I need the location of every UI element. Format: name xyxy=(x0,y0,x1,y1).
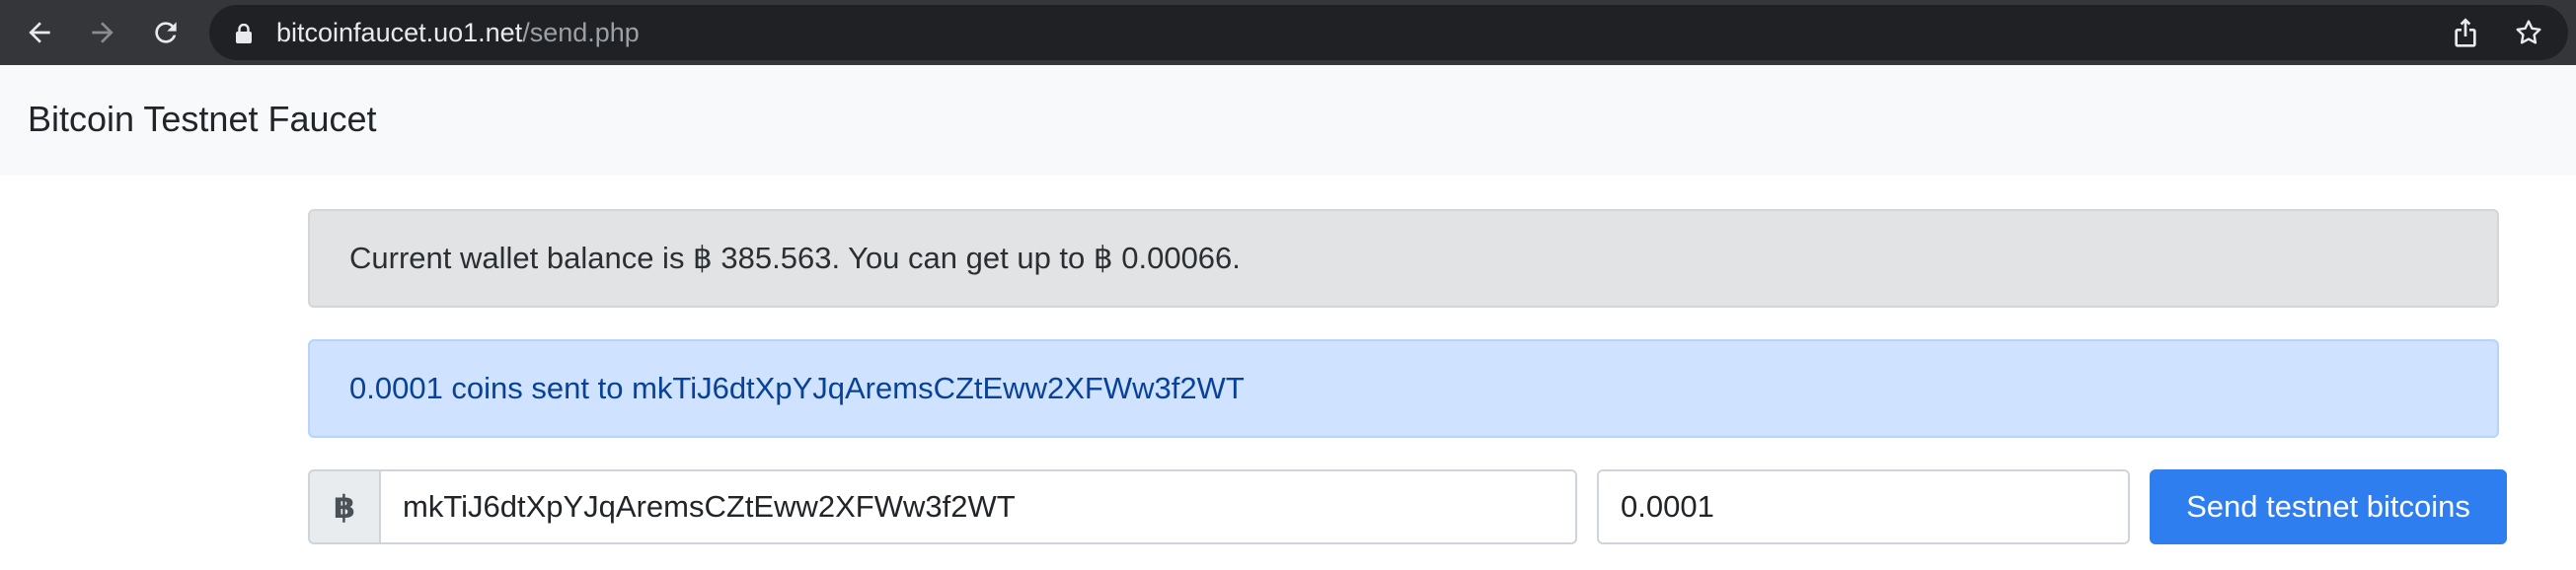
reload-icon xyxy=(155,22,177,43)
lock-icon xyxy=(236,24,252,43)
site-brand[interactable]: Bitcoin Testnet Faucet xyxy=(28,99,377,140)
url-path: /send.php xyxy=(522,18,640,47)
balance-alert: Current wallet balance is ฿ 385.563. You… xyxy=(308,209,2499,308)
forward-button[interactable] xyxy=(83,13,122,52)
forward-icon xyxy=(92,22,114,43)
reload-button[interactable] xyxy=(146,13,186,52)
back-icon xyxy=(29,22,50,43)
amount-input[interactable] xyxy=(1597,469,2130,544)
browser-toolbar: bitcoinfaucet.uo1.net/send.php xyxy=(0,0,2576,65)
share-icon[interactable] xyxy=(2450,17,2481,48)
send-testnet-bitcoins-button[interactable]: Send testnet bitcoins xyxy=(2150,469,2507,544)
site-navbar: Bitcoin Testnet Faucet xyxy=(0,65,2576,176)
back-button[interactable] xyxy=(20,13,59,52)
bookmark-star-icon[interactable] xyxy=(2513,17,2544,48)
address-input[interactable] xyxy=(379,469,1577,544)
sent-confirmation-text: 0.0001 coins sent to mkTiJ6dtXpYJqAremsC… xyxy=(349,371,1245,405)
url-text: bitcoinfaucet.uo1.net/send.php xyxy=(276,5,640,60)
url-host: bitcoinfaucet.uo1.net xyxy=(276,18,523,47)
sent-confirmation-alert: 0.0001 coins sent to mkTiJ6dtXpYJqAremsC… xyxy=(308,339,2499,438)
address-bar[interactable]: bitcoinfaucet.uo1.net/send.php xyxy=(209,5,2568,60)
bitcoin-symbol-addon: ฿ xyxy=(308,469,381,544)
balance-text: Current wallet balance is ฿ 385.563. You… xyxy=(349,241,1241,275)
